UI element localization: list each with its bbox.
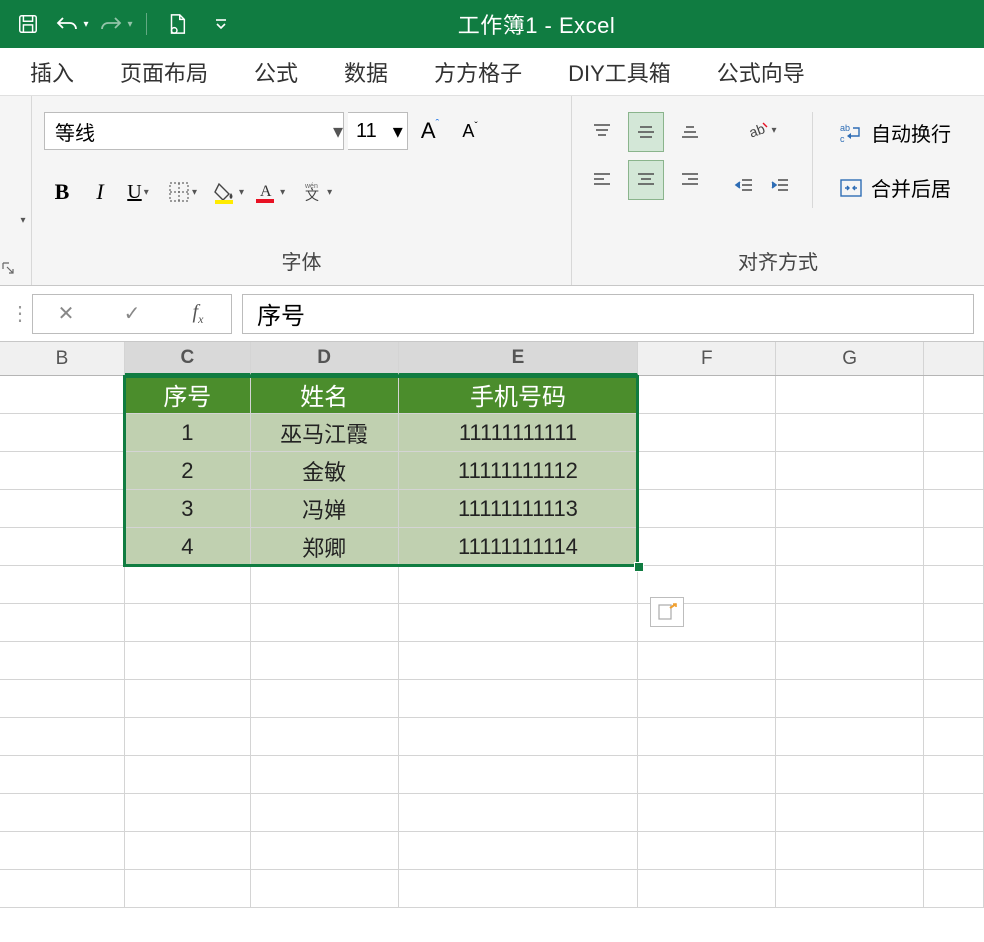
chevron-down-icon[interactable]: ▾ [385, 119, 411, 144]
table-row: 1 巫马江霞 11111111111 [0, 414, 984, 452]
merge-center-button[interactable]: 合并后居 [831, 167, 959, 208]
decrease-indent-button[interactable] [726, 168, 762, 204]
chevron-down-icon[interactable]: ▾ [323, 119, 343, 144]
align-middle-button[interactable] [628, 112, 664, 152]
ribbon: ▾ 等线 ▾ 11 ▾ Aˆ Aˇ [0, 96, 984, 286]
phonetic-button[interactable]: wén文 ▾ [297, 174, 336, 210]
tab-page-layout[interactable]: 页面布局 [102, 48, 226, 96]
table-cell[interactable]: 11111111112 [399, 452, 639, 490]
tab-insert[interactable]: 插入 [12, 48, 92, 96]
borders-button[interactable]: ▾ [164, 174, 201, 210]
svg-text:A: A [260, 183, 272, 200]
fill-color-button[interactable]: ▾ [209, 174, 248, 210]
svg-text:文: 文 [305, 187, 319, 203]
orientation-button[interactable]: ab ▾ [726, 112, 798, 148]
col-header-partial[interactable] [924, 342, 984, 375]
col-header-C[interactable]: C [125, 342, 251, 375]
table-row: 4 郑卿 11111111114 [0, 528, 984, 566]
table-cell[interactable]: 4 [125, 528, 251, 566]
table-cell[interactable]: 1 [125, 414, 251, 452]
align-right-button[interactable] [672, 160, 708, 200]
save-icon[interactable] [10, 8, 46, 40]
table-row: 3 冯婵 11111111113 [0, 490, 984, 528]
increase-font-button[interactable]: Aˆ [412, 113, 448, 149]
font-name-value: 等线 [45, 117, 323, 146]
cancel-icon[interactable]: ✕ [44, 301, 88, 326]
table-cell[interactable]: 郑卿 [251, 528, 399, 566]
merge-center-label: 合并后居 [871, 173, 951, 202]
wrap-text-button[interactable]: abc 自动换行 [831, 112, 959, 153]
decrease-font-button[interactable]: Aˇ [452, 113, 488, 149]
formula-bar: ⋮ ✕ ✓ fx 序号 [0, 286, 984, 342]
align-group-label: 对齐方式 [584, 240, 972, 281]
print-preview-icon[interactable] [159, 8, 195, 40]
col-header-G[interactable]: G [776, 342, 924, 375]
ribbon-tabs: 插入 页面布局 公式 数据 方方格子 DIY工具箱 公式向导 [0, 48, 984, 96]
col-header-D[interactable]: D [251, 342, 399, 375]
table-header-cell[interactable]: 姓名 [251, 376, 399, 414]
column-headers: B C D E F G [0, 342, 984, 376]
col-header-B[interactable]: B [0, 342, 125, 375]
table-cell[interactable]: 11111111114 [399, 528, 639, 566]
table-cell[interactable]: 金敏 [251, 452, 399, 490]
tab-fangfang[interactable]: 方方格子 [416, 48, 540, 96]
paste-dropdown-partial[interactable]: ▾ [12, 203, 32, 239]
formula-value: 序号 [257, 296, 305, 331]
tab-formulas[interactable]: 公式 [236, 48, 316, 96]
svg-text:c: c [840, 134, 845, 144]
formula-input[interactable]: 序号 [242, 294, 974, 334]
tab-diy-toolbox[interactable]: DIY工具箱 [550, 48, 689, 96]
align-top-button[interactable] [584, 112, 620, 152]
customize-qat-icon[interactable] [203, 8, 239, 40]
col-header-F[interactable]: F [638, 342, 776, 375]
font-size-value: 11 [348, 120, 385, 143]
align-center-button[interactable] [628, 160, 664, 200]
col-header-E[interactable]: E [399, 342, 639, 375]
table-cell[interactable]: 2 [125, 452, 251, 490]
quick-access-toolbar: ▾ ▾ [10, 8, 239, 40]
title-bar: ▾ ▾ 工作簿1 - Excel [0, 0, 984, 48]
table-header-cell[interactable]: 序号 [125, 376, 251, 414]
window-title: 工作簿1 - Excel [239, 8, 834, 40]
font-color-button[interactable]: A ▾ [250, 174, 289, 210]
formula-buttons: ✕ ✓ fx [32, 294, 232, 334]
font-size-combo[interactable]: 11 ▾ [348, 112, 408, 150]
italic-button[interactable]: I [82, 174, 118, 210]
undo-button[interactable]: ▾ [54, 8, 90, 40]
wrap-text-label: 自动换行 [871, 118, 951, 147]
align-bottom-button[interactable] [672, 112, 708, 152]
grid-rows: 序号 姓名 手机号码 1 巫马江霞 11111111111 2 金敏 11111… [0, 376, 984, 908]
fill-handle[interactable] [634, 562, 644, 572]
bold-button[interactable]: B [44, 174, 80, 210]
redo-button[interactable]: ▾ [98, 8, 134, 40]
table-row: 序号 姓名 手机号码 [0, 376, 984, 414]
paste-options-icon[interactable] [650, 597, 684, 627]
underline-button[interactable]: U▾ [120, 174, 156, 210]
launcher-icon[interactable] [1, 261, 15, 275]
table-header-cell[interactable]: 手机号码 [399, 376, 639, 414]
formula-bar-handle[interactable]: ⋮ [10, 301, 22, 326]
alignment-grid [584, 112, 708, 208]
tab-data[interactable]: 数据 [326, 48, 406, 96]
table-cell[interactable]: 冯婵 [251, 490, 399, 528]
increase-indent-button[interactable] [762, 168, 798, 204]
enter-icon[interactable]: ✓ [110, 301, 154, 326]
font-group-label: 字体 [44, 240, 559, 281]
table-cell[interactable]: 3 [125, 490, 251, 528]
fx-icon[interactable]: fx [176, 301, 220, 327]
table-cell[interactable]: 11111111111 [399, 414, 639, 452]
table-row: 2 金敏 11111111112 [0, 452, 984, 490]
font-name-combo[interactable]: 等线 ▾ [44, 112, 344, 150]
align-left-button[interactable] [584, 160, 620, 200]
svg-text:ab: ab [840, 123, 850, 133]
table-cell[interactable]: 11111111113 [399, 490, 639, 528]
table-cell[interactable]: 巫马江霞 [251, 414, 399, 452]
tab-formula-wizard[interactable]: 公式向导 [699, 48, 823, 96]
spreadsheet-grid[interactable]: B C D E F G 序号 姓名 手机号码 1 巫马江霞 1111111111… [0, 342, 984, 908]
